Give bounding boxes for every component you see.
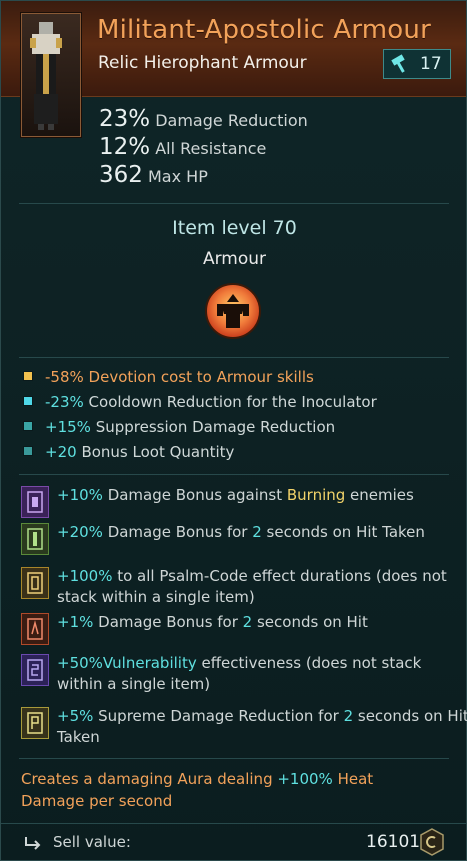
rarity-square-icon	[23, 396, 33, 406]
stat-damage-reduction: 23% Damage Reduction	[99, 106, 308, 132]
item-type: Armour	[202, 249, 267, 269]
sell-arrow-icon	[25, 837, 41, 850]
base-stats: 23% Damage Reduction 12% All Resistance …	[99, 105, 308, 189]
upgrade-level-badge: 17	[383, 49, 451, 79]
sell-value-amount: 16101	[366, 832, 421, 852]
hammer-icon	[391, 54, 405, 73]
aura-effect: Creates a damaging Aura dealing +100% He…	[21, 770, 374, 810]
upgrade-level-value: 17	[420, 54, 442, 74]
affix-loot-quantity: +20 Bonus Loot Quantity	[23, 440, 377, 465]
divider	[19, 474, 449, 475]
rarity-square-icon	[23, 446, 33, 456]
armour-figure-icon	[30, 22, 62, 130]
item-portrait	[21, 13, 81, 137]
psalm-code-icon	[21, 613, 49, 645]
item-level: Item level 70	[172, 217, 297, 239]
item-base-type: Relic Hierophant Armour	[98, 53, 307, 73]
divider	[19, 758, 449, 759]
affix-list: -58% Devotion cost to Armour skills -23%…	[23, 365, 377, 465]
currency-coin-icon	[420, 828, 444, 856]
sell-value-row: Sell value: 16101	[1, 823, 466, 861]
stat-all-resistance: 12% All Resistance	[99, 134, 267, 160]
divider	[19, 203, 449, 204]
psalm-code-icon	[21, 567, 49, 599]
item-tooltip: Militant-Apostolic Armour Relic Hieropha…	[0, 0, 467, 861]
psalm-code-icon	[21, 486, 49, 518]
sell-value-label: Sell value:	[53, 833, 131, 851]
psalm-code-icon	[21, 707, 49, 739]
armour-class-emblem-icon	[205, 283, 261, 339]
psalm-code-icon	[21, 654, 49, 686]
psalm-code-icon	[21, 523, 49, 555]
affix-cooldown-reduction: -23% Cooldown Reduction for the Inoculat…	[23, 390, 377, 415]
affix-devotion-cost: -58% Devotion cost to Armour skills	[23, 365, 377, 390]
affix-suppression: +15% Suppression Damage Reduction	[23, 415, 377, 440]
rarity-square-icon	[23, 421, 33, 431]
stat-max-hp: 362 Max HP	[99, 162, 208, 188]
rarity-square-icon	[23, 371, 33, 381]
item-name: Militant-Apostolic Armour	[97, 15, 431, 45]
divider	[19, 357, 449, 358]
